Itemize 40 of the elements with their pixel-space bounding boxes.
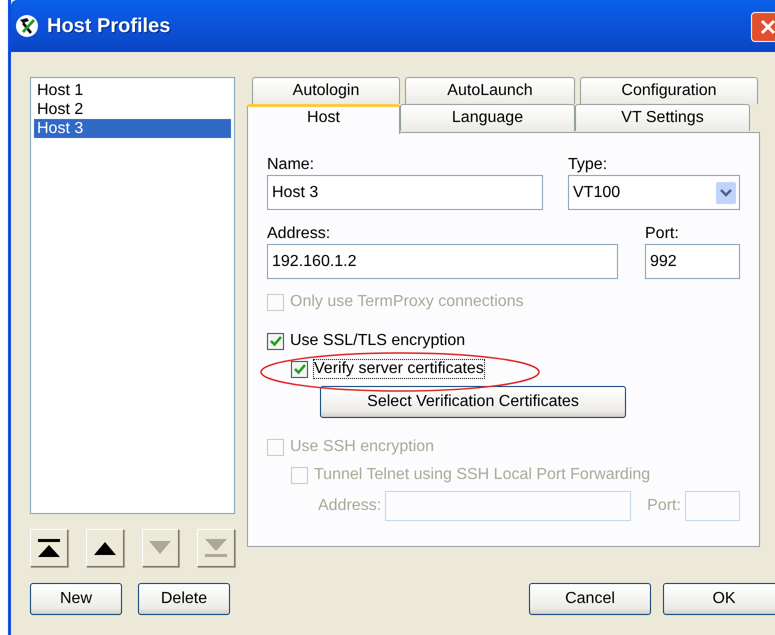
checkbox-label: Use SSH encryption xyxy=(290,438,434,456)
checkbox[interactable] xyxy=(291,360,308,378)
close-button[interactable] xyxy=(751,12,775,42)
tools-icon xyxy=(15,14,39,38)
checkbox[interactable] xyxy=(267,332,284,350)
host-list-item[interactable]: Host 3 xyxy=(34,119,231,138)
tab[interactable]: AutoLaunch xyxy=(405,77,575,104)
name-field[interactable]: Host 3 xyxy=(267,175,543,210)
checkbox-label: Only use TermProxy connections xyxy=(290,293,524,311)
tunnel-address-label: Address: xyxy=(318,496,382,516)
move-top-button[interactable] xyxy=(30,529,68,567)
tab[interactable]: VT Settings xyxy=(575,104,750,131)
dropdown-icon xyxy=(716,182,736,204)
tab[interactable]: Host xyxy=(247,104,400,134)
ok-button[interactable]: OK xyxy=(663,583,775,615)
cancel-button[interactable]: Cancel xyxy=(529,583,651,615)
arrow-to-bottom-icon xyxy=(203,537,230,559)
type-dropdown[interactable]: VT100 xyxy=(568,175,740,210)
move-up-button[interactable] xyxy=(86,529,124,567)
port-field[interactable]: 992 xyxy=(645,244,740,279)
select-certificates-button[interactable]: Select Verification Certificates xyxy=(320,386,626,418)
checkbox-label: Tunnel Telnet using SSH Local Port Forwarding xyxy=(314,466,650,484)
address-label: Address: xyxy=(267,224,332,244)
host-list-item[interactable]: Host 2 xyxy=(34,100,231,119)
checkbox-label: Verify server certificates xyxy=(314,360,484,378)
address-field[interactable]: 192.160.1.2 xyxy=(267,244,618,279)
checkbox-label: Use SSL/TLS encryption xyxy=(290,332,466,350)
new-button[interactable]: New xyxy=(30,583,122,615)
arrow-to-top-icon xyxy=(36,537,62,559)
type-label: Type: xyxy=(568,155,608,175)
close-icon xyxy=(760,19,775,35)
tunnel-port-label: Port: xyxy=(647,496,681,516)
delete-button[interactable]: Delete xyxy=(138,583,230,615)
name-label: Name: xyxy=(267,155,316,175)
tab[interactable]: Autologin xyxy=(252,77,400,104)
tab[interactable]: Language xyxy=(400,104,575,131)
window-title: Host Profiles xyxy=(47,14,170,38)
host-list-item[interactable]: Host 1 xyxy=(34,81,231,100)
tab[interactable]: Configuration xyxy=(580,77,758,104)
port-label: Port: xyxy=(645,224,680,244)
